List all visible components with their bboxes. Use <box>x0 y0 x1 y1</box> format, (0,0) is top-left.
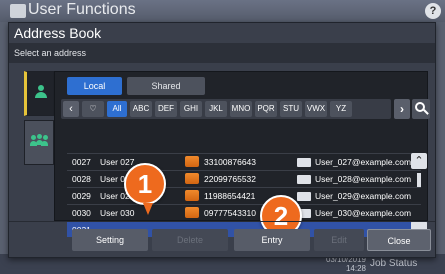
close-button[interactable]: Close <box>367 229 431 251</box>
index-pqr[interactable]: PQR <box>255 101 277 117</box>
search-button[interactable] <box>412 99 430 119</box>
scrollbar-thumb[interactable] <box>417 173 421 187</box>
app-title: User Functions <box>28 1 136 18</box>
favorites-heart-icon[interactable]: ♡ <box>82 101 104 117</box>
local-toggle[interactable]: Local <box>67 77 122 95</box>
fax-icon <box>185 173 199 184</box>
time-text: 14:28 <box>345 264 366 273</box>
index-stu[interactable]: STU <box>280 101 302 117</box>
entry-button[interactable]: Entry <box>234 229 310 251</box>
person-icon <box>35 85 47 99</box>
next-index-button[interactable]: › <box>394 99 410 119</box>
index-yz[interactable]: YZ <box>330 101 352 117</box>
tab-groups[interactable] <box>24 120 54 165</box>
email-icon <box>297 192 311 201</box>
group-icon <box>30 134 48 147</box>
app-header: User Functions ? <box>0 0 445 22</box>
user-functions-icon <box>10 4 26 18</box>
row-id: 0030 <box>72 208 91 218</box>
table-row[interactable]: 0030 User 030 09777543310 User_030@examp… <box>67 204 421 220</box>
footer-divider <box>9 221 435 222</box>
index-abc[interactable]: ABC <box>130 101 152 117</box>
row-fax: 09777543310 <box>204 208 257 218</box>
job-status-button[interactable]: Job Status <box>370 258 417 269</box>
tab-single-addresses[interactable] <box>24 71 54 116</box>
row-email: User_030@example.com <box>315 208 412 218</box>
index-vwx[interactable]: VWX <box>305 101 327 117</box>
row-email: User_029@example.com <box>315 191 412 201</box>
dialog-instruction: Select an address <box>9 43 435 63</box>
fax-icon <box>185 156 199 167</box>
address-book-dialog: Address Book Select an address Local Sha… <box>8 22 436 258</box>
index-mno[interactable]: MNO <box>230 101 252 117</box>
index-def[interactable]: DEF <box>155 101 177 117</box>
row-email: User_028@example.com <box>315 174 412 184</box>
row-email: User_027@example.com <box>315 157 412 167</box>
help-button[interactable]: ? <box>425 3 441 19</box>
row-fax: 33100876643 <box>204 157 257 167</box>
index-jkl[interactable]: JKL <box>205 101 227 117</box>
dialog-title: Address Book <box>14 25 102 41</box>
fax-icon <box>185 207 199 218</box>
fax-icon <box>185 190 199 201</box>
row-id: 0027 <box>72 157 91 167</box>
index-all[interactable]: All <box>107 101 127 117</box>
address-panel: Local Shared ‹ ♡ All ABC DEF GHI JKL MNO… <box>54 71 430 237</box>
prev-index-button[interactable]: ‹ <box>63 101 79 117</box>
index-ghi[interactable]: GHI <box>180 101 202 117</box>
scroll-up-button[interactable]: ⌃ <box>411 153 427 169</box>
table-row[interactable]: 0027 User 027 33100876643 User_027@examp… <box>67 153 421 169</box>
row-name: User 030 <box>100 208 135 218</box>
shared-toggle[interactable]: Shared <box>127 77 205 95</box>
row-id: 0028 <box>72 174 91 184</box>
edit-button[interactable]: Edit <box>314 229 364 251</box>
index-bar: ‹ ♡ All ABC DEF GHI JKL MNO PQR STU VWX … <box>61 99 391 119</box>
row-id: 0029 <box>72 191 91 201</box>
row-fax: 11988654421 <box>204 191 256 201</box>
delete-button[interactable]: Delete <box>152 229 228 251</box>
setting-button[interactable]: Setting <box>72 229 148 251</box>
email-icon <box>297 158 311 167</box>
table-row[interactable]: 0029 User 029 11988654421 User_029@examp… <box>67 187 421 203</box>
table-row[interactable]: 0028 User 028 22099765532 User_028@examp… <box>67 170 421 186</box>
callout-1: 1 <box>124 163 166 215</box>
email-icon <box>297 175 311 184</box>
row-fax: 22099765532 <box>204 174 257 184</box>
row-name: User 027 <box>100 157 135 167</box>
